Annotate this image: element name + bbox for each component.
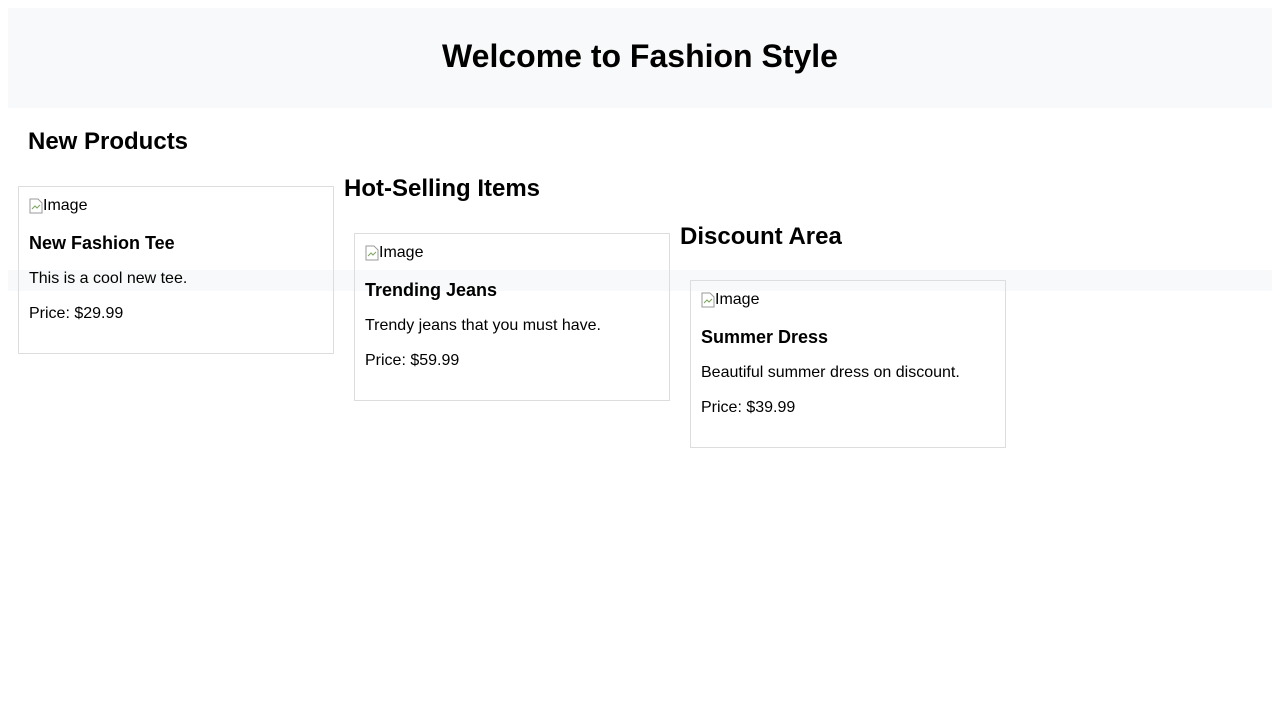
product-name: Summer Dress — [701, 327, 829, 347]
image-alt-text: Image — [715, 291, 760, 308]
product-card-new-fashion-tee[interactable]: Image New Fashion Tee This is a cool new… — [18, 186, 334, 354]
product-card-trending-jeans[interactable]: Image Trending Jeans Trendy jeans that y… — [354, 233, 670, 401]
product-card-summer-dress[interactable]: Image Summer Dress Beautiful summer dres… — [690, 280, 1006, 448]
product-image: Image — [701, 291, 995, 309]
product-price: Price: $59.99 — [365, 352, 460, 369]
product-image: Image — [29, 197, 323, 215]
page-title: Welcome to Fashion Style — [442, 38, 838, 74]
section-title-hot-selling-items: Hot-Selling Items — [344, 175, 541, 202]
image-alt-text: Image — [43, 197, 88, 214]
product-name: New Fashion Tee — [29, 233, 175, 253]
product-price: Price: $29.99 — [29, 305, 124, 322]
broken-image-icon — [29, 198, 43, 214]
broken-image-icon — [365, 245, 379, 261]
product-description: This is a cool new tee. — [29, 270, 188, 287]
product-description: Beautiful summer dress on discount. — [701, 364, 960, 381]
section-title-discount-area: Discount Area — [680, 223, 842, 250]
product-image: Image — [365, 244, 659, 262]
product-price: Price: $39.99 — [701, 399, 796, 416]
section-title-new-products: New Products — [28, 128, 189, 155]
site-header: Welcome to Fashion Style — [8, 8, 1272, 108]
broken-image-icon — [701, 292, 715, 308]
product-description: Trendy jeans that you must have. — [365, 317, 601, 334]
image-alt-text: Image — [379, 244, 424, 261]
page: Welcome to Fashion Style New Products Im… — [0, 0, 1280, 720]
product-name: Trending Jeans — [365, 280, 498, 300]
